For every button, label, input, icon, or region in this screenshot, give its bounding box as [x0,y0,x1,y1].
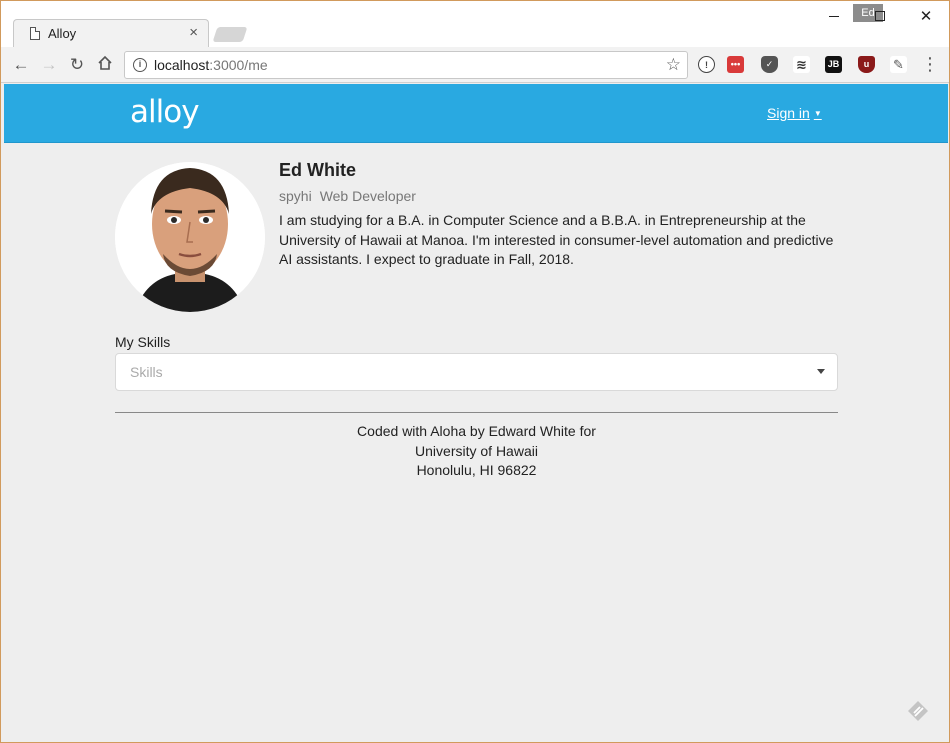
browser-toolbar: ← → ↻ i localhost:3000/me ☆ ! ••• ✓ ≋ JB… [1,47,949,83]
maximize-button[interactable] [857,1,903,31]
new-tab-button[interactable] [212,27,248,42]
browser-tab[interactable]: Alloy × [13,19,209,47]
skills-select[interactable]: Skills [115,353,838,391]
minimize-button[interactable] [811,1,857,31]
password-manager-icon[interactable]: ! [698,56,715,73]
tab-close-icon[interactable]: × [189,24,198,41]
url-text[interactable]: localhost:3000/me [154,57,268,73]
jetbrains-icon[interactable]: JB [825,56,842,73]
close-window-button[interactable]: ✕ [903,1,949,31]
back-arrow-icon[interactable]: ← [11,55,31,75]
profile-name: Ed White [279,160,356,180]
dropdown-caret-icon: ▼ [813,109,822,118]
skills-placeholder: Skills [130,364,163,380]
forward-arrow-icon[interactable]: → [39,55,59,75]
site-navbar: alloy Sign in ▼ [4,84,948,143]
chevron-down-icon [817,369,825,374]
skills-label: My Skills [115,334,171,350]
minimize-icon [829,15,839,17]
maximize-icon [875,11,885,21]
sign-in-dropdown[interactable]: Sign in ▼ [767,105,822,121]
reload-icon[interactable]: ↻ [67,55,87,75]
page-icon [30,27,40,40]
eyedropper-icon[interactable]: ✎ [890,56,907,73]
ublock-shield-icon[interactable]: u [858,56,875,73]
footer-divider [115,412,838,413]
window-controls: ✕ [811,1,949,31]
url-host: localhost [154,57,210,73]
home-icon[interactable] [95,55,115,75]
profile-meta: spyhi Web Developer [279,188,416,204]
footer-line-1: Coded with Aloha by Edward White for [357,423,596,439]
info-icon[interactable]: i [133,58,147,72]
lastpass-icon[interactable]: ••• [727,56,744,73]
browser-window: Alloy × Ed ✕ ← → ↻ i localhost:3000/me ☆… [0,0,950,743]
profile-title: Web Developer [319,188,416,204]
site-logo[interactable]: alloy [130,94,200,130]
bookmark-star-icon[interactable]: ☆ [666,55,681,75]
footer-line-3: Honolulu, HI 96822 [416,462,537,478]
tab-title: Alloy [48,26,77,41]
profile-bio: I am studying for a B.A. in Computer Sci… [279,212,834,267]
footer-line-2: University of Hawaii [415,442,538,459]
layers-icon[interactable]: ≋ [793,56,810,73]
web-page: alloy Sign in ▼ Ed White spyhi Web Devel… [4,84,948,742]
sign-in-label: Sign in [767,105,810,121]
address-bar[interactable]: i localhost:3000/me ☆ [124,51,688,79]
profile-username: spyhi [279,188,312,204]
browser-menu-icon[interactable]: ⋮ [921,54,939,74]
pocket-icon[interactable]: ✓ [761,56,778,73]
profile-avatar [115,162,265,312]
site-footer: Coded with Aloha by Edward White for Uni… [115,422,838,481]
url-path: :3000/me [209,57,268,73]
title-bar: Alloy × Ed ✕ [1,1,949,47]
feedback-icon[interactable] [906,699,930,723]
